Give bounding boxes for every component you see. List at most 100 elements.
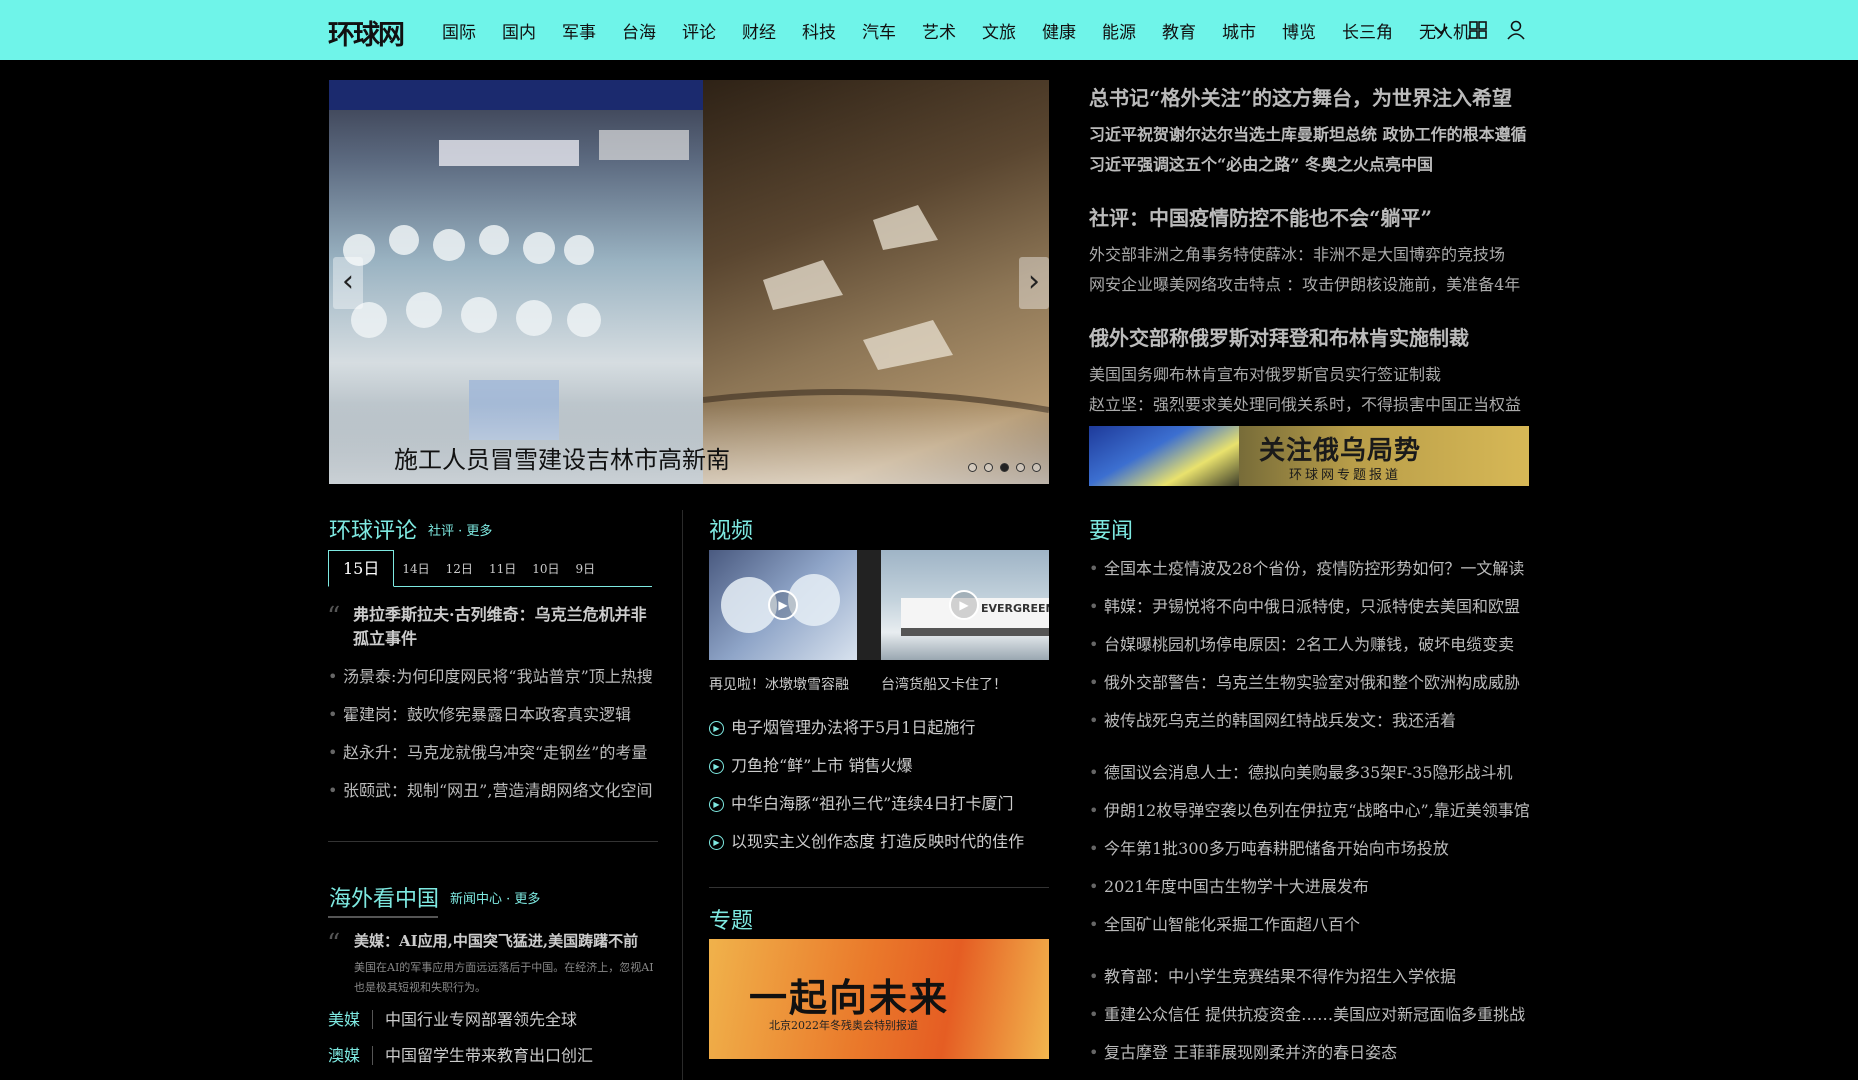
news-item[interactable]: 重建公众信任 提供抗疫资金……美国应对新冠面临多重挑战	[1089, 1002, 1525, 1040]
headline-main[interactable]: 俄外交部称俄罗斯对拜登和布林肯实施制裁	[1089, 322, 1529, 351]
paralympics-banner[interactable]: 一起向未来 北京2022年冬残奥会特别报道	[709, 939, 1049, 1059]
news-item[interactable]: 伊朗12枚导弹空袭以色列在伊拉克“战略中心”,靠近美领事馆	[1089, 798, 1530, 836]
headline-sub[interactable]: 赵立坚：强烈要求美处理同俄关系时，不得损害中国正当权益	[1089, 390, 1529, 420]
news-item[interactable]: 复古摩登 王菲菲展现刚柔并济的春日姿态	[1089, 1040, 1525, 1078]
list-item[interactable]: 赵永升：马克龙就俄乌冲突“走钢丝”的考量	[328, 740, 653, 778]
news-item[interactable]: 今年第1批300多万吨春耕肥储备开始向市场投放	[1089, 836, 1530, 874]
thumb-gap	[857, 550, 881, 660]
overseas-row[interactable]: 美媒 中国行业专网部署领先全球	[328, 1006, 577, 1030]
tab-date[interactable]: 9日	[568, 560, 604, 577]
carousel-dot[interactable]	[968, 463, 977, 472]
news-item[interactable]: 俄外交部警告：乌克兰生物实验室对俄和整个欧洲构成威胁	[1089, 670, 1524, 708]
russia-ukraine-banner[interactable]: 关注俄乌局势 环球网专题报道	[1089, 426, 1529, 486]
video-list-item[interactable]: ▶ 以现实主义创作态度 打造反映时代的佳作	[709, 829, 1024, 867]
list-item[interactable]: 张颐武：规制“网丑”,营造清朗网络文化空间	[328, 778, 653, 816]
commentary-links[interactable]: 社评 · 更多	[428, 520, 492, 539]
video-list-item[interactable]: ▶ 刀鱼抢“鲜”上市 销售火爆	[709, 753, 1024, 791]
commentary-feature[interactable]: 弗拉季斯拉夫·古列维奇：乌克兰危机并非孤立事件	[353, 603, 653, 651]
list-item[interactable]: 霍建岗：鼓吹修宪暴露日本政客真实逻辑	[328, 702, 653, 740]
news-list-3: 教育部：中小学生竞赛结果不得作为招生入学依据 重建公众信任 提供抗疫资金……美国…	[1089, 964, 1525, 1078]
flag-graphic	[1089, 426, 1239, 486]
carousel-dot[interactable]	[1016, 463, 1025, 472]
carousel-next-button[interactable]: ›	[1019, 257, 1049, 309]
overseas-links[interactable]: 新闻中心 · 更多	[450, 888, 540, 907]
carousel-dot[interactable]	[1032, 463, 1041, 472]
overseas-feature[interactable]: 美媒：AI应用,中国突飞猛进,美国踌躇不前	[354, 929, 664, 953]
column-divider	[682, 510, 683, 1080]
headline-group: 总书记“格外关注”的这方舞台，为世界注入希望 习近平祝贺谢尔达尔当选土库曼斯坦总…	[1089, 82, 1529, 180]
nav-item[interactable]: 健康	[1042, 18, 1076, 43]
tab-date[interactable]: 11日	[481, 560, 524, 577]
play-icon[interactable]: ▶	[768, 590, 798, 620]
headline-main[interactable]: 总书记“格外关注”的这方舞台，为世界注入希望	[1089, 82, 1529, 111]
banner-subtitle: 环球网专题报道	[1289, 468, 1402, 483]
video-thumb-mascot[interactable]: ▶	[709, 550, 857, 660]
video-caption[interactable]: 再见啦！冰墩墩雪容融	[709, 674, 849, 694]
news-item[interactable]: 德国议会消息人士：德拟向美购最多35架F-35隐形战斗机	[1089, 760, 1530, 798]
grid-icon[interactable]	[1467, 19, 1489, 41]
site-logo[interactable]: 环球网	[328, 13, 405, 52]
headline-group: 社评：中国疫情防控不能也不会“躺平” 外交部非洲之角事务特使薛冰：非洲不是大国博…	[1089, 202, 1529, 300]
section-title-overseas[interactable]: 海外看中国	[329, 881, 439, 913]
headline-sub[interactable]: 网安企业曝美网络攻击特点 ：攻击伊朗核设施前，美准备4年	[1089, 270, 1529, 300]
nav-item[interactable]: 能源	[1102, 18, 1136, 43]
video-list-item[interactable]: ▶ 电子烟管理办法将于5月1日起施行	[709, 715, 1024, 753]
tab-date[interactable]: 10日	[524, 560, 567, 577]
banner-title: 关注俄乌局势	[1259, 436, 1422, 466]
headline-main[interactable]: 社评：中国疫情防控不能也不会“躺平”	[1089, 202, 1529, 231]
nav-item[interactable]: 长三角	[1342, 18, 1393, 43]
nav-item[interactable]: 评论	[682, 18, 716, 43]
headline-sub[interactable]: 外交部非洲之角事务特使薛冰：非洲不是大国博弈的竞技场	[1089, 240, 1529, 270]
nav-item[interactable]: 国际	[442, 18, 476, 43]
video-title[interactable]: 电子烟管理办法将于5月1日起施行	[731, 718, 975, 737]
nav-item[interactable]: 财经	[742, 18, 776, 43]
news-item[interactable]: 全国矿山智能化采掘工作面超八百个	[1089, 912, 1530, 950]
overseas-row[interactable]: 澳媒 中国留学生带来教育出口创汇	[328, 1042, 593, 1066]
carousel-dot[interactable]	[984, 463, 993, 472]
nav-item[interactable]: 城市	[1222, 18, 1256, 43]
nav-item[interactable]: 教育	[1162, 18, 1196, 43]
video-title[interactable]: 以现实主义创作态度 打造反映时代的佳作	[731, 832, 1024, 851]
user-icon[interactable]	[1505, 19, 1527, 41]
carousel-dot-active[interactable]	[1000, 463, 1009, 472]
headline-sub[interactable]: 美国国务卿布林肯宣布对俄罗斯官员实行签证制裁	[1089, 360, 1529, 390]
headline-sub[interactable]: 习近平祝贺谢尔达尔当选土库曼斯坦总统 政协工作的根本遵循	[1089, 120, 1529, 150]
video-caption[interactable]: 台湾货船又卡住了！	[881, 674, 1007, 694]
nav-item[interactable]: 军事	[562, 18, 596, 43]
headline-sub[interactable]: 习近平强调这五个“必由之路” 冬奥之火点亮中国	[1089, 150, 1529, 180]
news-item[interactable]: 教育部：中小学生竞赛结果不得作为招生入学依据	[1089, 964, 1525, 1002]
video-title[interactable]: 刀鱼抢“鲜”上市 销售火爆	[731, 756, 912, 775]
nav-item[interactable]: 博览	[1282, 18, 1316, 43]
row-text[interactable]: 中国留学生带来教育出口创汇	[385, 1046, 593, 1065]
tab-date[interactable]: 15日	[328, 550, 395, 587]
row-text[interactable]: 中国行业专网部署领先全球	[385, 1010, 577, 1029]
nav-item[interactable]: 科技	[802, 18, 836, 43]
news-item[interactable]: 韩媒：尹锡悦将不向中俄日派特使，只派特使去美国和欧盟	[1089, 594, 1524, 632]
video-title[interactable]: 中华白海豚“祖孙三代”连续4日打卡厦门	[731, 794, 1014, 813]
tab-date[interactable]: 12日	[438, 560, 481, 577]
tab-date[interactable]: 14日	[394, 560, 437, 577]
carousel-caption[interactable]: 施工人员冒雪建设吉林市高新南	[394, 440, 730, 475]
section-title-commentary[interactable]: 环球评论	[329, 513, 417, 545]
media-tag[interactable]: 美媒	[328, 1010, 374, 1029]
section-title-topic[interactable]: 专题	[709, 903, 753, 935]
nav-item[interactable]: 汽车	[862, 18, 896, 43]
chevron-down-icon[interactable]	[1430, 19, 1452, 41]
hero-carousel[interactable]	[329, 80, 1049, 484]
news-item[interactable]: 被传战死乌克兰的韩国网红特战兵发文：我还活着	[1089, 708, 1524, 746]
news-item[interactable]: 2021年度中国古生物学十大进展发布	[1089, 874, 1530, 912]
list-item[interactable]: 汤景泰:为何印度网民将“我站普京”顶上热搜	[328, 664, 653, 702]
nav-item[interactable]: 艺术	[922, 18, 956, 43]
nav-item[interactable]: 台海	[622, 18, 656, 43]
play-icon[interactable]: ▶	[949, 590, 979, 620]
news-item[interactable]: 全国本土疫情波及28个省份，疫情防控形势如何？一文解读	[1089, 556, 1524, 594]
section-title-news[interactable]: 要闻	[1089, 513, 1133, 545]
section-title-video[interactable]: 视频	[709, 513, 753, 545]
news-item[interactable]: 台媒曝桃园机场停电原因：2名工人为赚钱，破坏电缆变卖	[1089, 632, 1524, 670]
video-thumb-ship[interactable]: EVERGREEN ▶	[881, 550, 1049, 660]
media-tag[interactable]: 澳媒	[328, 1046, 374, 1065]
nav-item[interactable]: 国内	[502, 18, 536, 43]
nav-item[interactable]: 文旅	[982, 18, 1016, 43]
carousel-prev-button[interactable]: ‹	[333, 257, 363, 309]
video-list-item[interactable]: ▶ 中华白海豚“祖孙三代”连续4日打卡厦门	[709, 791, 1024, 829]
